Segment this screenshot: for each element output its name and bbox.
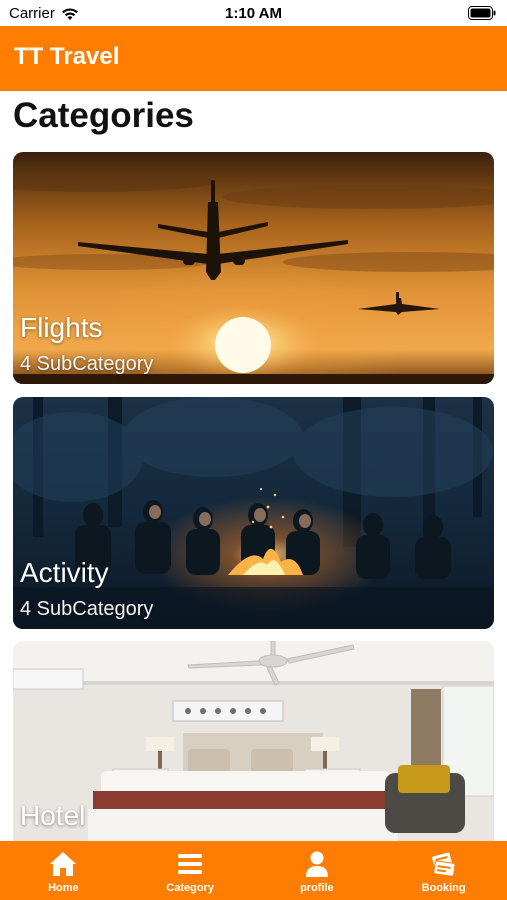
category-card-activity[interactable]: Activity 4 SubCategory bbox=[13, 397, 494, 629]
flights-image bbox=[13, 152, 494, 384]
category-subtitle: 4 SubCategory bbox=[20, 598, 154, 620]
nav-item-booking[interactable]: Booking bbox=[380, 841, 507, 900]
nav-label: profile bbox=[300, 882, 334, 894]
page-title: Categories bbox=[13, 96, 194, 135]
nav-label: Home bbox=[48, 882, 79, 894]
home-icon bbox=[50, 852, 77, 876]
category-title: Flights bbox=[20, 312, 103, 343]
nav-label: Category bbox=[166, 882, 214, 894]
category-title: Activity bbox=[20, 557, 109, 588]
nav-item-home[interactable]: Home bbox=[0, 841, 127, 900]
tickets-icon bbox=[431, 852, 456, 877]
category-card-flights[interactable]: Flights 4 SubCategory bbox=[13, 152, 494, 384]
nav-item-profile[interactable]: profile bbox=[254, 841, 381, 900]
category-card-hotel[interactable]: Hotel bbox=[13, 641, 494, 841]
clock: 1:10 AM bbox=[225, 5, 282, 22]
person-icon bbox=[305, 851, 328, 877]
app-bar: TT Travel bbox=[0, 26, 507, 91]
status-bar: Carrier 1:10 AM bbox=[0, 0, 507, 26]
bottom-nav: Home Category profile Booking bbox=[0, 841, 507, 900]
category-title: Hotel bbox=[20, 800, 86, 831]
nav-label: Booking bbox=[421, 882, 466, 894]
nav-item-category[interactable]: Category bbox=[127, 841, 254, 900]
app-title: TT Travel bbox=[14, 43, 120, 70]
battery-icon bbox=[468, 6, 496, 20]
menu-icon bbox=[178, 854, 203, 874]
activity-image bbox=[13, 397, 494, 629]
category-subtitle: 4 SubCategory bbox=[20, 353, 154, 375]
